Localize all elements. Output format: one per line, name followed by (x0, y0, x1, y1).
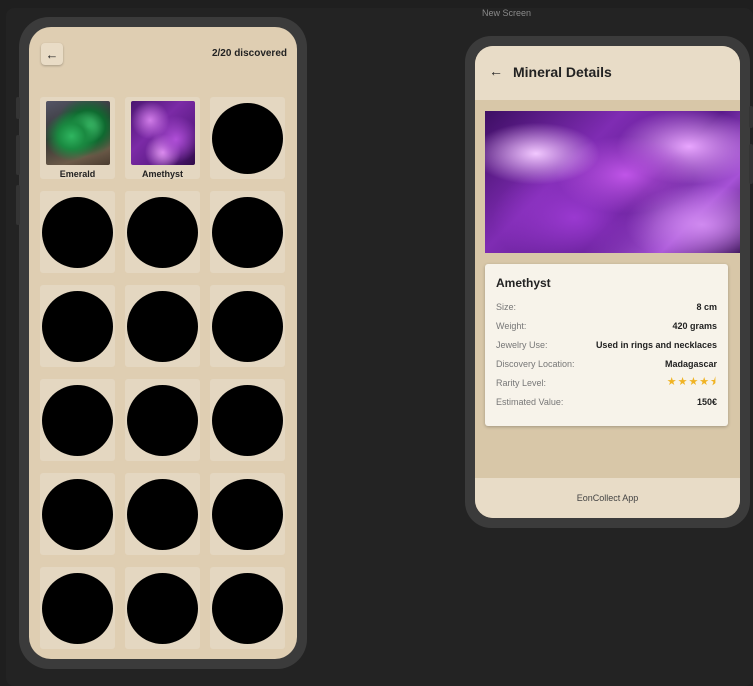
back-arrow-icon[interactable]: ← (489, 63, 503, 79)
info-label: Estimated Value: (496, 396, 564, 407)
back-button[interactable]: ← (41, 43, 63, 65)
mineral-hero-image (485, 111, 740, 253)
locked-mineral-card[interactable] (210, 379, 285, 461)
locked-silhouette-icon (42, 290, 113, 362)
mineral-name: Amethyst (496, 276, 551, 290)
details-screen: ← Mineral Details Amethyst Size: 8 cm Weig… (475, 46, 740, 518)
locked-silhouette-icon (127, 572, 198, 644)
phone-side-button (16, 135, 20, 175)
info-row: Estimated Value: 150€ (496, 392, 717, 411)
collection-top-bar: ← 2/20 discovered (29, 27, 297, 87)
collection-phone-frame: ← 2/20 discovered Emerald Amethyst (16, 17, 307, 669)
locked-silhouette-icon (127, 384, 198, 456)
locked-mineral-card[interactable] (125, 191, 200, 273)
mineral-thumbnail (45, 101, 110, 165)
phone-side-button (16, 185, 20, 225)
locked-mineral-card[interactable] (125, 473, 200, 555)
canvas-frame-label: New Screen (482, 8, 532, 18)
locked-silhouette-icon (212, 478, 283, 550)
locked-silhouette-icon (212, 572, 283, 644)
info-row: Size: 8 cm (496, 297, 717, 316)
locked-silhouette-icon (127, 290, 198, 362)
info-label: Weight: (496, 320, 527, 331)
locked-silhouette-icon (42, 196, 113, 268)
phone-side-button (749, 106, 753, 128)
locked-silhouette-icon (127, 196, 198, 268)
info-value: Used in rings and necklaces (595, 339, 717, 350)
collection-screen: ← 2/20 discovered Emerald Amethyst (29, 27, 297, 659)
info-value: 8 cm (696, 301, 717, 312)
locked-mineral-card[interactable] (125, 567, 200, 649)
locked-mineral-card[interactable] (40, 285, 115, 367)
locked-mineral-card[interactable] (210, 97, 285, 179)
locked-mineral-card[interactable] (210, 191, 285, 273)
discovered-counter: 2/20 discovered (211, 48, 287, 59)
mineral-card-emerald[interactable]: Emerald (40, 97, 115, 179)
locked-mineral-card[interactable] (40, 379, 115, 461)
info-label: Rarity Level: (496, 377, 547, 388)
mineral-card-label: Emerald (59, 169, 96, 179)
info-row: Rarity Level: ★★★★⯨ (496, 373, 717, 392)
mineral-card-amethyst[interactable]: Amethyst (125, 97, 200, 179)
mineral-thumbnail (130, 101, 195, 165)
phone-side-button (16, 97, 20, 119)
locked-mineral-card[interactable] (40, 473, 115, 555)
page-title: Mineral Details (513, 64, 612, 80)
locked-mineral-card[interactable] (125, 285, 200, 367)
locked-mineral-card[interactable] (210, 567, 285, 649)
info-row: Jewelry Use: Used in rings and necklaces (496, 335, 717, 354)
info-label: Discovery Location: (496, 358, 575, 369)
app-footer: EonCollect App (475, 478, 740, 518)
info-label: Jewelry Use: (496, 339, 548, 350)
locked-silhouette-icon (212, 102, 283, 174)
mineral-card-label: Amethyst (141, 169, 183, 179)
mineral-grid: Emerald Amethyst (40, 97, 285, 649)
rarity-stars-icon: ★★★★⯨ (666, 376, 717, 388)
details-phone-frame: ← Mineral Details Amethyst Size: 8 cm Weig… (465, 36, 753, 528)
info-value: 150€ (696, 396, 717, 407)
locked-mineral-card[interactable] (210, 285, 285, 367)
locked-mineral-card[interactable] (40, 567, 115, 649)
locked-silhouette-icon (42, 384, 113, 456)
mineral-info-list: Size: 8 cm Weight: 420 grams Jewelry Use: Use… (496, 297, 717, 411)
info-label: Size: (496, 301, 517, 312)
locked-silhouette-icon (212, 384, 283, 456)
locked-mineral-card[interactable] (125, 379, 200, 461)
info-value: Madagascar (664, 358, 717, 369)
arrow-left-icon: ← (45, 46, 59, 62)
locked-silhouette-icon (42, 572, 113, 644)
locked-silhouette-icon (212, 290, 283, 362)
info-value: 420 grams (672, 320, 717, 331)
locked-silhouette-icon (212, 196, 283, 268)
locked-silhouette-icon (127, 478, 198, 550)
mineral-info-card: Amethyst Size: 8 cm Weight: 420 grams Jewelr… (485, 264, 728, 426)
info-row: Discovery Location: Madagascar (496, 354, 717, 373)
info-row: Weight: 420 grams (496, 316, 717, 335)
details-header: ← Mineral Details (475, 46, 740, 100)
locked-silhouette-icon (42, 478, 113, 550)
locked-mineral-card[interactable] (210, 473, 285, 555)
phone-side-button (749, 144, 753, 184)
locked-mineral-card[interactable] (40, 191, 115, 273)
